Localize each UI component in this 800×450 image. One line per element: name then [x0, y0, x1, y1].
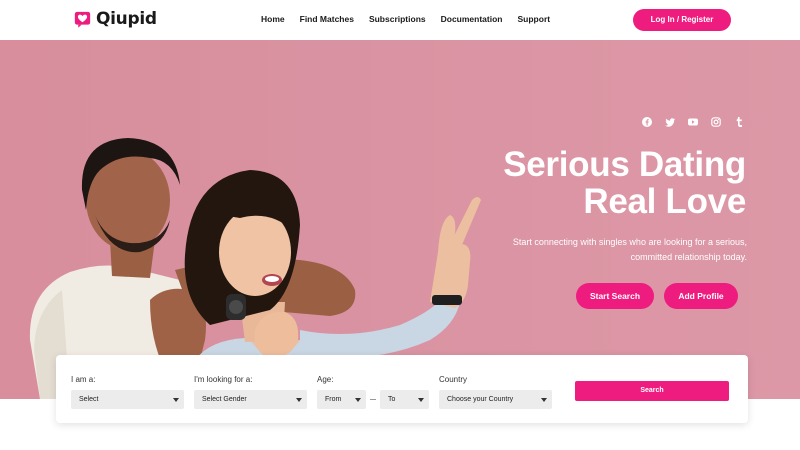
i-am-label: I am a: [71, 375, 96, 384]
hero-subtitle-line-1: Start connecting with singles who are lo… [512, 237, 747, 247]
age-to-select[interactable]: To [380, 390, 429, 409]
chevron-down-icon [418, 398, 424, 402]
chevron-down-icon [173, 398, 179, 402]
hero-section: Serious Dating Real Love Start connectin… [0, 40, 800, 399]
brand-name: Qiupid [96, 9, 157, 29]
site-header: Qiupid Home Find Matches Subscriptions D… [0, 0, 800, 40]
logo[interactable]: Qiupid [74, 9, 157, 29]
facebook-icon[interactable] [642, 117, 652, 127]
tumblr-icon[interactable] [734, 117, 744, 127]
looking-for-select[interactable]: Select Gender [194, 390, 307, 409]
hero-title: Serious Dating Real Love [503, 146, 746, 220]
nav-item-find-matches[interactable]: Find Matches [300, 14, 354, 24]
chevron-down-icon [296, 398, 302, 402]
instagram-icon[interactable] [711, 117, 721, 127]
country-select-value: Choose your Country [447, 396, 514, 403]
hero-title-line-2: Real Love [583, 182, 746, 221]
nav-item-documentation[interactable]: Documentation [441, 14, 503, 24]
looking-for-label: I'm looking for a: [194, 375, 253, 384]
i-am-select[interactable]: Select [71, 390, 184, 409]
nav-item-home[interactable]: Home [261, 14, 285, 24]
country-label: Country [439, 375, 468, 384]
looking-for-select-value: Select Gender [202, 396, 247, 403]
hero-subtitle: Start connecting with singles who are lo… [487, 235, 747, 264]
nav-item-subscriptions[interactable]: Subscriptions [369, 14, 426, 24]
heart-chat-icon [74, 11, 91, 28]
search-form: I am a: Select I'm looking for a: Select… [56, 355, 748, 423]
hero-title-line-1: Serious Dating [503, 145, 746, 184]
search-button[interactable]: Search [575, 381, 729, 401]
age-range-separator [370, 399, 376, 400]
login-register-button[interactable]: Log In / Register [633, 9, 731, 31]
twitter-icon[interactable] [665, 117, 675, 127]
nav-item-support[interactable]: Support [518, 14, 551, 24]
age-from-value: From [325, 396, 342, 403]
age-label: Age: [317, 375, 334, 384]
hero-subtitle-line-2: committed relationship today. [630, 251, 747, 262]
add-profile-button[interactable]: Add Profile [664, 283, 738, 309]
social-links [642, 117, 757, 127]
chevron-down-icon [541, 398, 547, 402]
youtube-icon[interactable] [688, 117, 698, 127]
main-nav: Home Find Matches Subscriptions Document… [261, 14, 565, 24]
country-select[interactable]: Choose your Country [439, 390, 552, 409]
i-am-select-value: Select [79, 396, 99, 403]
age-from-select[interactable]: From [317, 390, 366, 409]
chevron-down-icon [355, 398, 361, 402]
start-search-button[interactable]: Start Search [576, 283, 654, 309]
age-to-value: To [388, 396, 396, 403]
